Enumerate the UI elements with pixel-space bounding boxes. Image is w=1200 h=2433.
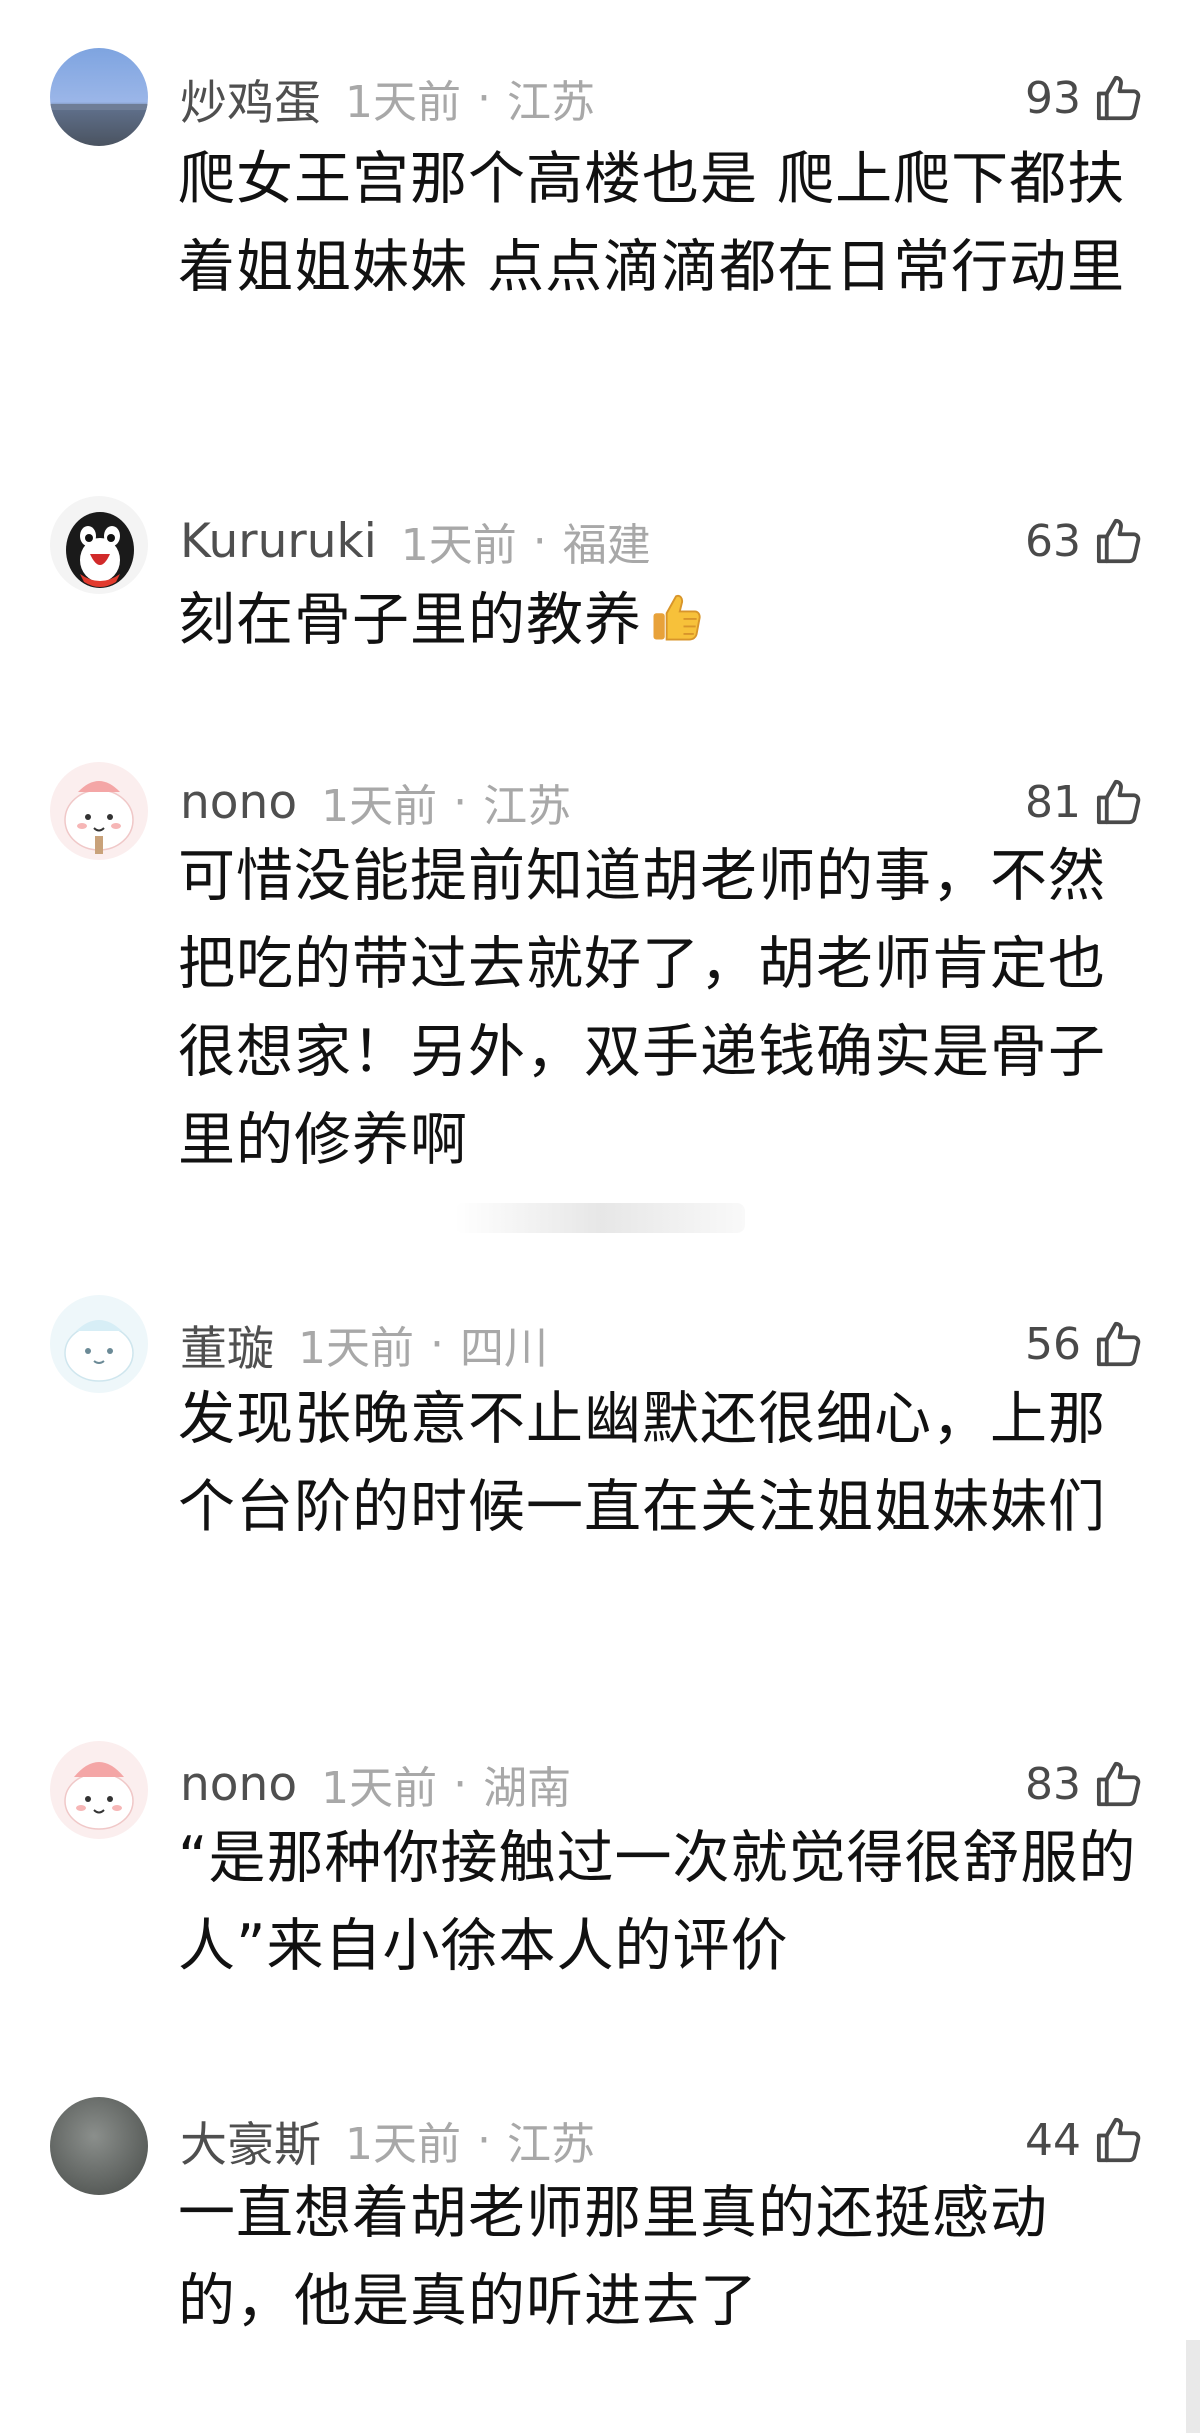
like-count: 44 — [1025, 2114, 1081, 2166]
like-count: 63 — [1025, 515, 1081, 567]
comment-meta: Kururuki 1天前 · 福建 — [180, 506, 651, 576]
comment-location: 江苏 — [507, 77, 595, 128]
user-avatar[interactable] — [50, 48, 148, 146]
comment-location: 福建 — [562, 520, 651, 571]
username[interactable]: Kururuki — [180, 514, 377, 569]
like-count: 56 — [1025, 1318, 1081, 1370]
scrollbar[interactable] — [1186, 2340, 1200, 2433]
user-avatar[interactable] — [50, 1741, 148, 1839]
comment-text: “是那种你接触过一次就觉得很舒服的人”来自小徐本人的评价 — [178, 1825, 1137, 1979]
username[interactable]: 大豪斯 — [180, 2106, 321, 2175]
comment-meta: nono 1天前 · 湖南 — [180, 1749, 571, 1819]
like-button[interactable]: 56 — [1025, 1309, 1145, 1379]
like-button[interactable]: 93 — [1025, 63, 1145, 133]
like-button[interactable]: 81 — [1025, 767, 1145, 837]
comment-time: 1天前 — [321, 1763, 438, 1814]
thumbs-up-icon — [1096, 779, 1141, 825]
comment-meta: 炒鸡蛋 1天前 · 江苏 — [180, 63, 595, 133]
like-button[interactable]: 44 — [1025, 2105, 1145, 2175]
thumbs-up-icon — [1096, 1321, 1141, 1367]
user-avatar[interactable] — [50, 762, 148, 860]
comment-time: 1天前 — [400, 520, 517, 571]
like-count: 83 — [1025, 1758, 1081, 1810]
comment-text-row: 刻在骨子里的教养 — [178, 576, 1138, 664]
thumbs-up-emoji-icon — [653, 594, 701, 641]
comment-meta: 董璇 1天前 · 四川 — [180, 1309, 548, 1379]
like-count: 81 — [1025, 776, 1081, 828]
comment-location: 湖南 — [483, 1763, 572, 1814]
username[interactable]: 董璇 — [180, 1310, 274, 1379]
blurred-overlay — [455, 1203, 745, 1233]
comment-text: 刻在骨子里的教养 — [178, 587, 642, 653]
thumbs-up-icon — [1096, 2117, 1141, 2163]
comment-location: 四川 — [460, 1323, 548, 1374]
comment-text: 可惜没能提前知道胡老师的事，不然把吃的带过去就好了，胡老师肯定也很想家！另外，双… — [178, 843, 1106, 1173]
user-avatar[interactable] — [50, 496, 148, 594]
separator-dot: · — [453, 776, 468, 828]
separator-dot: · — [477, 72, 491, 124]
comment-location: 江苏 — [483, 781, 572, 832]
username[interactable]: nono — [180, 1757, 297, 1812]
like-button[interactable]: 83 — [1025, 1749, 1145, 1819]
user-avatar[interactable] — [50, 2097, 148, 2195]
separator-dot: · — [453, 1758, 468, 1810]
separator-dot: · — [430, 1318, 444, 1370]
like-button[interactable]: 63 — [1025, 506, 1145, 576]
comment-meta: nono 1天前 · 江苏 — [180, 767, 571, 837]
comment-text: 发现张晚意不止幽默还很细心，上那个台阶的时候一直在关注姐姐妹妹们 — [178, 1386, 1106, 1540]
username[interactable]: 炒鸡蛋 — [180, 64, 321, 133]
comment-time: 1天前 — [298, 1323, 414, 1374]
comment-time: 1天前 — [321, 781, 438, 832]
comment-text: 一直想着胡老师那里真的还挺感动的，他是真的听进去了 — [178, 2180, 1048, 2334]
comment-time: 1天前 — [345, 2119, 461, 2170]
separator-dot: · — [532, 515, 547, 567]
thumbs-up-icon — [1096, 518, 1141, 564]
username[interactable]: nono — [180, 775, 297, 830]
user-avatar[interactable] — [50, 1295, 148, 1393]
comment-text: 爬女王宫那个高楼也是 爬上爬下都扶着姐姐妹妹 点点滴滴都在日常行动里 — [178, 146, 1126, 300]
comment-location: 江苏 — [507, 2119, 595, 2170]
comment-meta: 大豪斯 1天前 · 江苏 — [180, 2105, 595, 2175]
comment-time: 1天前 — [345, 77, 461, 128]
thumbs-up-icon — [1096, 1761, 1141, 1807]
like-count: 93 — [1025, 72, 1081, 124]
separator-dot: · — [477, 2114, 491, 2166]
thumbs-up-icon — [1096, 75, 1141, 121]
